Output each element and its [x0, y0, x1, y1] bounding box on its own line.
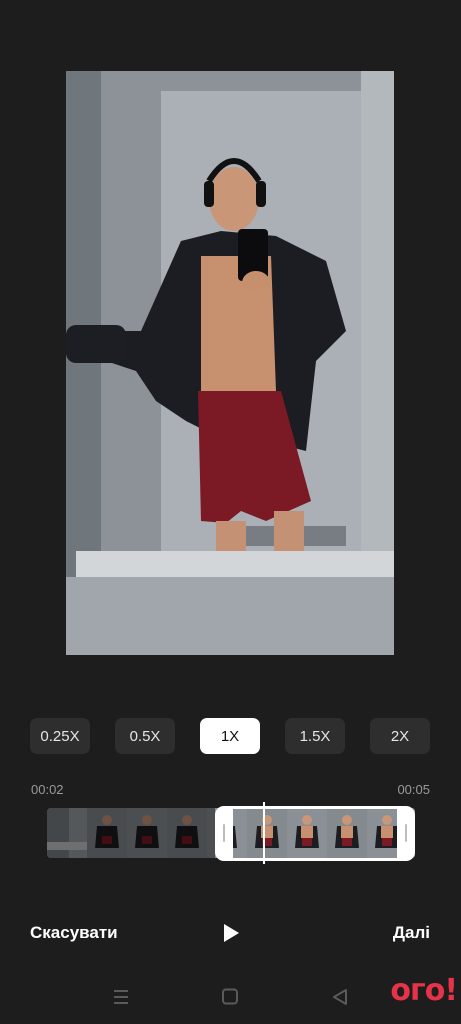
watermark-logo: ого!	[390, 973, 458, 1008]
play-icon[interactable]	[219, 921, 243, 945]
speed-selector: 0.25X 0.5X 1X 1.5X 2X	[0, 718, 461, 754]
video-frame-image	[66, 71, 394, 655]
trim-start-time: 00:02	[31, 782, 64, 797]
video-preview[interactable]	[66, 71, 394, 655]
speed-option-1-5x[interactable]: 1.5X	[285, 718, 345, 754]
next-button[interactable]: Далі	[393, 923, 430, 943]
trim-selection-frame	[215, 806, 415, 861]
speed-option-0-5x[interactable]: 0.5X	[115, 718, 175, 754]
speed-option-1x[interactable]: 1X	[200, 718, 260, 754]
menu-icon[interactable]	[111, 988, 131, 1006]
trim-handle-left[interactable]	[223, 824, 225, 842]
home-icon[interactable]	[220, 988, 240, 1006]
back-icon[interactable]	[330, 988, 350, 1006]
trim-selection[interactable]	[215, 806, 415, 861]
trim-end-time: 00:05	[397, 782, 430, 797]
speed-option-0-25x[interactable]: 0.25X	[30, 718, 90, 754]
playhead[interactable]	[263, 802, 265, 864]
trim-handle-right[interactable]	[405, 824, 407, 842]
excluded-region-overlay	[47, 808, 215, 858]
action-bar: Скасувати Далі	[0, 915, 461, 955]
trim-timeline[interactable]	[47, 802, 415, 864]
cancel-button[interactable]: Скасувати	[30, 923, 118, 943]
speed-option-2x[interactable]: 2X	[370, 718, 430, 754]
